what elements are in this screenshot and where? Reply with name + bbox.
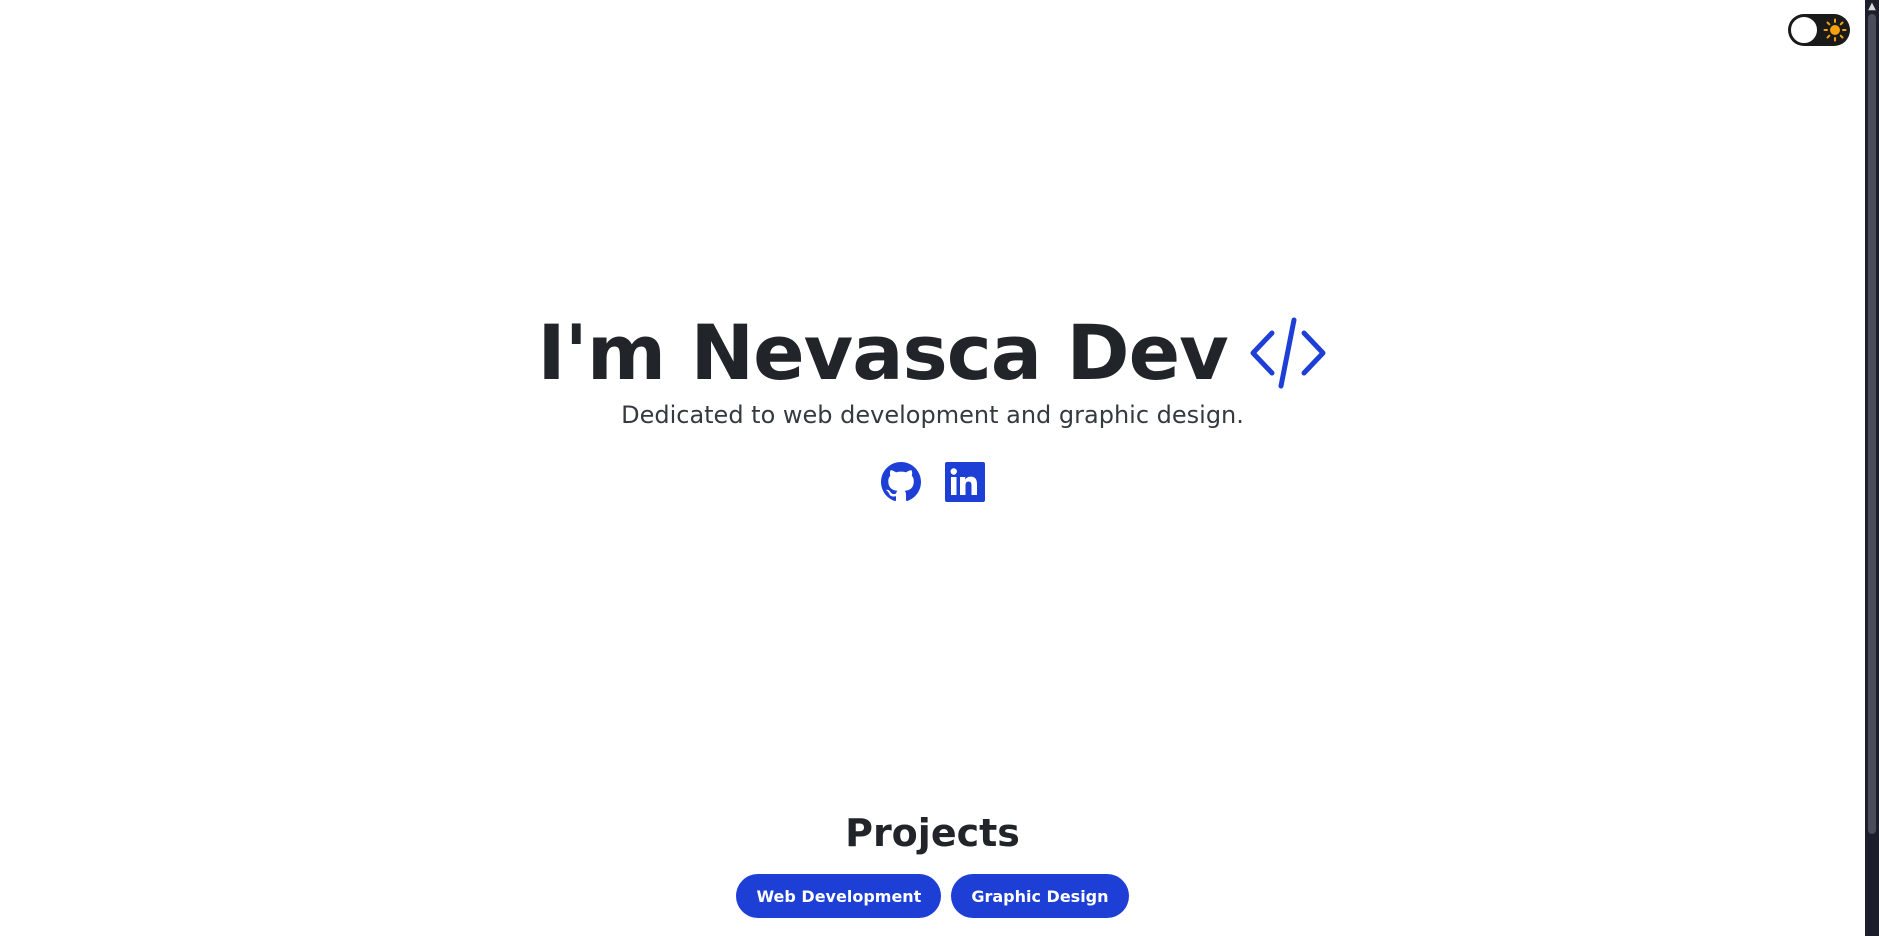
sun-icon [1823, 18, 1847, 42]
toggle-knob[interactable] [1790, 16, 1818, 44]
scroll-thumb[interactable] [1868, 14, 1876, 834]
graphic-design-button[interactable]: Graphic Design [951, 874, 1129, 918]
linkedin-link[interactable] [944, 462, 985, 502]
linkedin-icon [944, 462, 985, 502]
page: I'm Nevasca Dev Dedicated to web develop… [0, 0, 1879, 936]
projects-heading: Projects [845, 811, 1020, 855]
scrollbar[interactable]: ▲ [1865, 0, 1879, 936]
social-links [0, 462, 1865, 502]
hero-subtitle: Dedicated to web development and graphic… [621, 401, 1244, 429]
hero-section: I'm Nevasca Dev Dedicated to web develop… [0, 308, 1865, 502]
scroll-up-arrow-icon[interactable]: ▲ [1865, 0, 1879, 14]
hero-title-row: I'm Nevasca Dev [537, 308, 1327, 398]
theme-toggle[interactable] [1788, 14, 1850, 46]
web-development-button[interactable]: Web Development [736, 874, 942, 918]
hero-title: I'm Nevasca Dev [537, 308, 1228, 397]
github-link[interactable] [880, 462, 921, 502]
projects-section: Projects Web Development Graphic Design [0, 808, 1865, 918]
github-icon [880, 462, 921, 502]
code-icon [1250, 317, 1326, 389]
project-filters: Web Development Graphic Design [0, 874, 1865, 918]
